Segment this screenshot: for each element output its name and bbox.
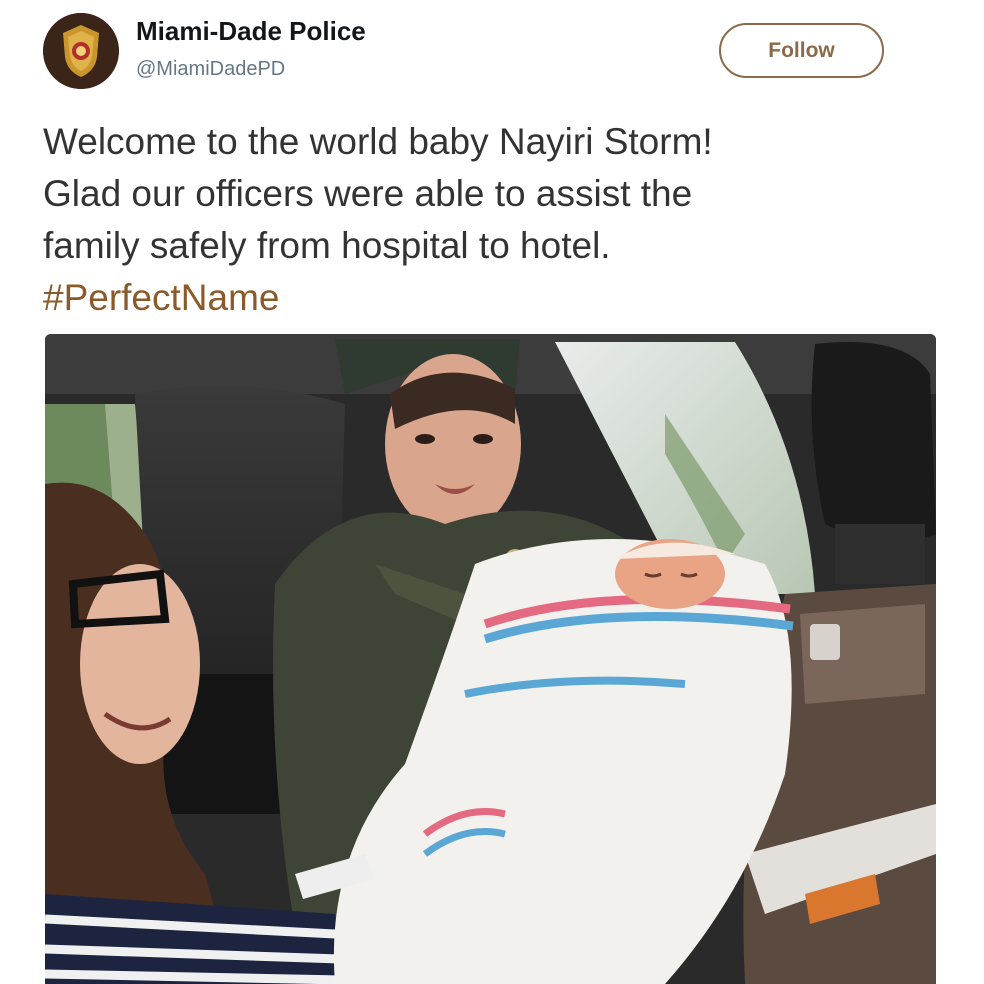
author-name[interactable]: Miami-Dade Police bbox=[136, 16, 366, 47]
tweet-text: Welcome to the world baby Nayiri Storm! … bbox=[43, 116, 943, 324]
tweet-text-line: Glad our officers were able to assist th… bbox=[43, 173, 693, 214]
hashtag-link[interactable]: #PerfectName bbox=[43, 272, 943, 324]
author-handle[interactable]: @MiamiDadePD bbox=[136, 58, 285, 81]
tweet-photo[interactable] bbox=[45, 334, 936, 984]
car-interior-photo bbox=[45, 334, 936, 984]
police-badge-icon bbox=[43, 13, 119, 89]
tweet-text-line: Welcome to the world baby Nayiri Storm! bbox=[43, 121, 713, 162]
profile-avatar[interactable] bbox=[43, 13, 119, 89]
follow-button[interactable]: Follow bbox=[719, 23, 884, 78]
tweet-text-line: family safely from hospital to hotel. bbox=[43, 225, 611, 266]
